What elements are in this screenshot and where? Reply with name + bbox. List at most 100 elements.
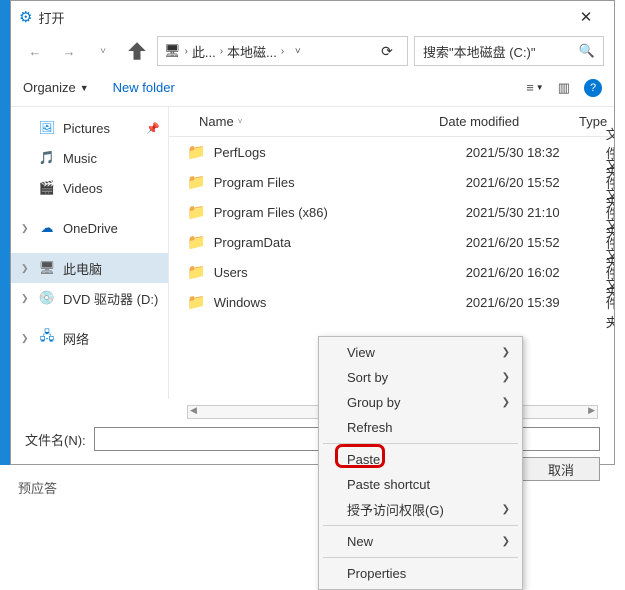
chevron-right-icon: ❯: [502, 504, 510, 515]
file-date: 2021/5/30 18:32: [466, 145, 606, 160]
pin-icon: 📌: [146, 122, 160, 135]
open-dialog: ⚙ 打开 ✕ ← → ˅ 🖥 › 此... › 本地磁... › ˅ ⟳ 搜索"…: [10, 0, 615, 465]
chevron-right-icon: ›: [220, 46, 223, 57]
refresh-button[interactable]: ⟳: [373, 43, 401, 60]
up-button[interactable]: [123, 37, 151, 65]
background-text: 预应答: [18, 478, 57, 497]
breadcrumb[interactable]: 🖥 › 此... › 本地磁... › ˅ ⟳: [157, 36, 408, 66]
menu-item[interactable]: Properties: [321, 561, 520, 586]
toolbar: Organize ▼ New folder ≡ ▼ ▥ ?: [11, 69, 614, 107]
gear-icon: ⚙: [19, 8, 32, 26]
folder-icon: 📁: [187, 233, 206, 251]
menu-item[interactable]: Sort by❯: [321, 365, 520, 390]
menu-item-label: View: [347, 345, 375, 360]
address-bar: ← → ˅ 🖥 › 此... › 本地磁... › ˅ ⟳ 搜索"本地磁盘 (C…: [11, 33, 614, 69]
menu-item-label: Properties: [347, 566, 406, 581]
sidebar-item-label: 网络: [63, 329, 89, 348]
menu-item-label: Sort by: [347, 370, 388, 385]
sidebar-item-label: DVD 驱动器 (D:): [63, 289, 158, 308]
file-name: Program Files (x86): [214, 205, 466, 220]
breadcrumb-dropdown[interactable]: ˅: [288, 46, 306, 57]
menu-item[interactable]: 授予访问权限(G) ❯: [321, 497, 520, 522]
help-button[interactable]: ?: [584, 79, 602, 97]
chevron-right-icon: ❯: [502, 397, 510, 408]
pic-icon: 🖼: [39, 120, 55, 136]
menu-item-label: New: [347, 534, 373, 549]
context-menu: View❯Sort by❯Group by❯RefreshPastePaste …: [318, 336, 523, 590]
file-date: 2021/6/20 15:39: [466, 295, 606, 310]
expand-icon[interactable]: ❯: [21, 263, 29, 274]
forward-button[interactable]: →: [55, 37, 83, 65]
folder-icon: 📁: [187, 293, 206, 311]
menu-item[interactable]: Paste shortcut: [321, 472, 520, 497]
sidebar-item[interactable]: ❯🖧网络: [11, 323, 168, 353]
menu-item[interactable]: View ❯: [321, 340, 520, 365]
sidebar-item[interactable]: ❯ ☁ OneDrive: [11, 213, 168, 243]
file-name: ProgramData: [214, 235, 466, 250]
chevron-right-icon: ❯: [502, 347, 510, 358]
expand-icon[interactable]: ❯: [21, 333, 29, 344]
file-row[interactable]: 📁Users2021/6/20 16:02文件夹: [169, 257, 614, 287]
menu-separator: [323, 525, 518, 526]
sidebar-item-label: Videos: [63, 181, 103, 196]
file-date: 2021/6/20 15:52: [466, 235, 606, 250]
filename-row: 文件名(N):: [11, 419, 614, 457]
breadcrumb-drive[interactable]: 本地磁...: [227, 42, 277, 61]
menu-item-label: 授予访问权限(G): [347, 500, 444, 519]
menu-item[interactable]: New ❯: [321, 529, 520, 554]
od-icon: ☁: [39, 220, 55, 236]
column-name[interactable]: Name ˅: [199, 114, 439, 129]
menu-item[interactable]: Refresh: [321, 415, 520, 440]
sidebar-item[interactable]: ❯ 💿 DVD 驱动器 (D:): [11, 283, 168, 313]
sidebar-item-label: OneDrive: [63, 221, 118, 236]
search-icon: 🔍: [579, 43, 595, 59]
chevron-right-icon: ›: [185, 46, 188, 57]
file-date: 2021/6/20 15:52: [466, 175, 606, 190]
file-row[interactable]: 📁Program Files (x86)2021/5/30 21:10文件夹: [169, 197, 614, 227]
sidebar-item[interactable]: 🎵Music: [11, 143, 168, 173]
expand-icon[interactable]: ❯: [21, 223, 29, 234]
menu-item-label: Paste shortcut: [347, 477, 430, 492]
folder-icon: 📁: [187, 263, 206, 281]
chevron-down-icon: ˅: [238, 117, 243, 126]
preview-pane-button[interactable]: ▥: [558, 80, 570, 96]
sidebar-item[interactable]: ❯🖥此电脑: [11, 253, 168, 283]
new-folder-button[interactable]: New folder: [113, 80, 175, 95]
chevron-right-icon: ❯: [502, 536, 510, 547]
view-menu[interactable]: ≡ ▼: [526, 80, 544, 95]
column-date[interactable]: Date modified: [439, 114, 579, 129]
file-row[interactable]: 📁ProgramData2021/6/20 15:52文件夹: [169, 227, 614, 257]
cancel-button[interactable]: 取消: [522, 457, 600, 481]
recent-dropdown[interactable]: ˅: [89, 37, 117, 65]
folder-icon: 📁: [187, 203, 206, 221]
file-type: 文件夹: [606, 274, 614, 331]
menu-item[interactable]: Paste: [321, 447, 520, 472]
video-icon: 🎬: [39, 180, 55, 196]
filename-label: 文件名(N):: [25, 430, 86, 449]
file-row[interactable]: 📁PerfLogs2021/5/30 18:32文件夹: [169, 137, 614, 167]
dvd-icon: 💿: [39, 290, 55, 306]
pc-icon: 🖥: [39, 260, 55, 276]
titlebar: ⚙ 打开 ✕: [11, 1, 614, 33]
close-button[interactable]: ✕: [566, 8, 606, 26]
organize-label: Organize: [23, 80, 76, 95]
file-name: Windows: [214, 295, 466, 310]
back-button[interactable]: ←: [21, 37, 49, 65]
breadcrumb-pc[interactable]: 此...: [192, 42, 216, 61]
file-name: Users: [214, 265, 466, 280]
search-placeholder: 搜索"本地磁盘 (C:)": [423, 42, 536, 61]
file-date: 2021/6/20 16:02: [466, 265, 606, 280]
organize-menu[interactable]: Organize ▼: [23, 80, 89, 95]
sidebar-item-label: Pictures: [63, 121, 110, 136]
expand-icon[interactable]: ❯: [21, 293, 29, 304]
chevron-right-icon: ›: [281, 46, 284, 57]
sidebar-item[interactable]: 🖼 Pictures 📌: [11, 113, 168, 143]
search-input[interactable]: 搜索"本地磁盘 (C:)" 🔍: [414, 36, 604, 66]
window-title: 打开: [38, 8, 64, 27]
chevron-down-icon: ▼: [80, 83, 89, 93]
sidebar-item[interactable]: 🎬 Videos: [11, 173, 168, 203]
folder-icon: 📁: [187, 143, 206, 161]
menu-item[interactable]: Group by❯: [321, 390, 520, 415]
file-row[interactable]: 📁Windows2021/6/20 15:39文件夹: [169, 287, 614, 317]
file-row[interactable]: 📁Program Files2021/6/20 15:52文件夹: [169, 167, 614, 197]
